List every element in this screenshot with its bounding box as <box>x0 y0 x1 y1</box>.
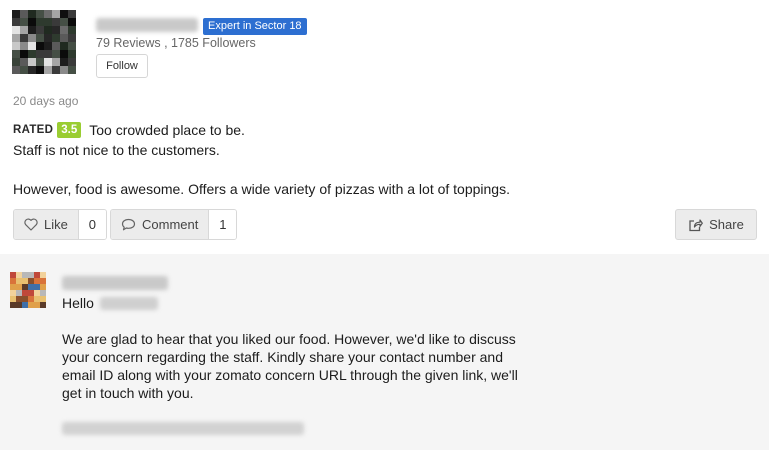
comment-action: Comment 1 <box>110 209 238 240</box>
review-text-line: Too crowded place to be. <box>89 122 245 138</box>
reviewer-name-blurred[interactable] <box>96 18 198 32</box>
review-timestamp[interactable]: 20 days ago <box>13 94 78 108</box>
reply-text-line: We are glad to hear that you liked our f… <box>62 331 516 347</box>
concern-link-blurred[interactable] <box>62 422 304 435</box>
reply-text-line: email ID along with your zomato concern … <box>62 367 518 383</box>
reviewer-avatar[interactable] <box>12 10 76 74</box>
share-button[interactable]: Share <box>675 209 757 240</box>
like-button[interactable]: Like <box>14 210 78 239</box>
comment-bubble-icon <box>121 218 142 231</box>
comment-label: Comment <box>142 217 199 232</box>
rating-line: RATED 3.5 Too crowded place to be. <box>13 121 245 139</box>
like-count: 0 <box>77 210 106 239</box>
like-action: Like 0 <box>13 209 107 240</box>
greeting-word: Hello <box>62 295 94 311</box>
reply-text-line: get in touch with you. <box>62 385 194 401</box>
review-text-line: However, food is awesome. Offers a wide … <box>13 181 510 197</box>
comment-count: 1 <box>208 210 237 239</box>
restaurant-name-blurred[interactable] <box>62 276 168 290</box>
follow-button[interactable]: Follow <box>96 54 148 78</box>
reply-greeting: Hello <box>62 295 158 311</box>
comment-button[interactable]: Comment <box>111 210 209 239</box>
reply-text-line: your concern regarding the staff. Kindly… <box>62 349 503 365</box>
rating-badge: 3.5 <box>57 122 82 138</box>
restaurant-avatar[interactable] <box>10 272 46 308</box>
expert-badge: Expert in Sector 18 <box>203 18 307 35</box>
heart-icon <box>24 218 44 231</box>
rated-label: RATED <box>13 124 54 136</box>
user-name-blurred <box>99 296 158 310</box>
like-label: Like <box>44 217 68 232</box>
restaurant-reply: Hello We are glad to hear that you liked… <box>0 254 769 450</box>
review-text-line: Staff is not nice to the customers. <box>13 142 220 158</box>
reviewer-stats: 79 Reviews , 1785 Followers <box>96 36 256 50</box>
share-label: Share <box>709 217 744 232</box>
share-icon <box>688 218 709 232</box>
